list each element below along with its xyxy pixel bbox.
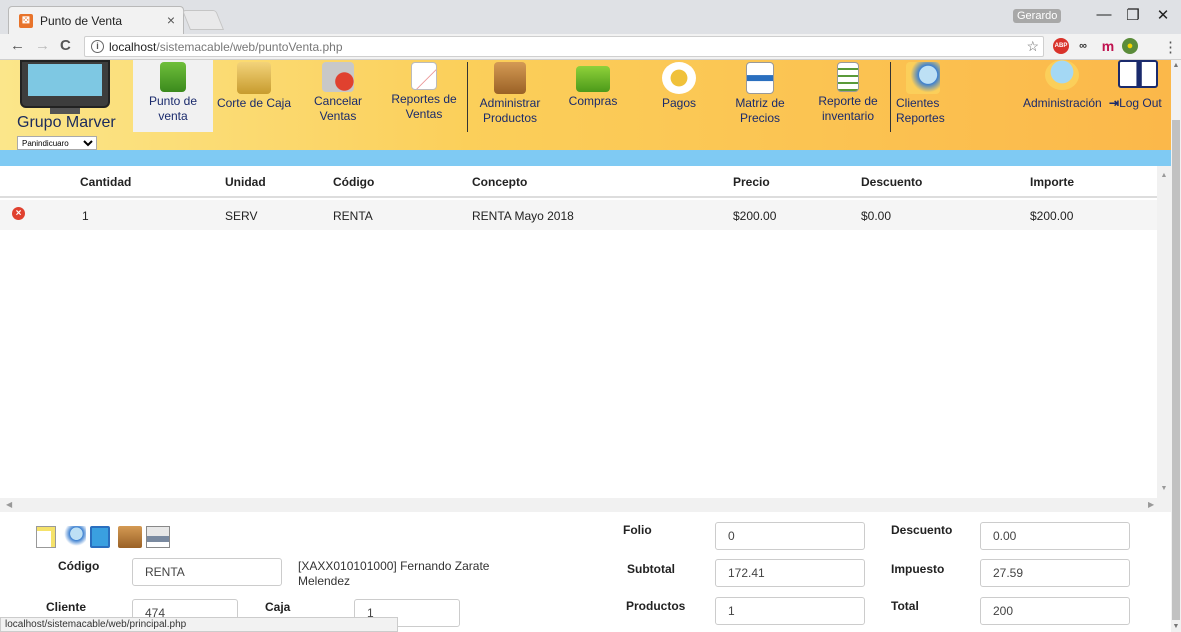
browser-menu-icon[interactable]: ⋮: [1163, 38, 1178, 56]
tab-close-icon[interactable]: ×: [167, 12, 175, 28]
brand-name: Grupo Marver: [17, 114, 116, 131]
new-document-icon[interactable]: [36, 526, 56, 548]
col-concepto: Concepto: [472, 175, 528, 189]
col-descuento: Descuento: [861, 175, 923, 189]
wallet-icon: [662, 62, 696, 94]
menu-matriz-de-precios[interactable]: Matriz de Precios: [724, 60, 796, 132]
adblock-extension-icon[interactable]: ABP: [1053, 38, 1069, 54]
logout-link[interactable]: ⇥Log Out: [1109, 96, 1162, 110]
browser-tab[interactable]: ⊠ Punto de Venta ×: [8, 6, 184, 34]
shopping-cart-icon: [160, 62, 186, 92]
codigo-label: Código: [58, 559, 100, 573]
cell-descuento: $0.00: [861, 209, 892, 223]
logout-arrow-icon: ⇥: [1109, 96, 1120, 110]
minimize-button[interactable]: —: [1089, 6, 1119, 23]
col-precio: Precio: [733, 175, 770, 189]
new-tab-button[interactable]: [181, 10, 225, 30]
table-row[interactable]: × 1 SERV RENTA RENTA Mayo 2018 $200.00 $…: [0, 200, 1157, 230]
menu-reporte-de-inventario[interactable]: Reporte de inventario: [810, 60, 886, 132]
extension-icon[interactable]: ●: [1122, 38, 1138, 54]
col-cantidad: Cantidad: [80, 175, 132, 189]
subtotal-input[interactable]: [715, 559, 865, 587]
menu-clientes-reportes[interactable]: Clientes Reportes: [892, 60, 954, 132]
menu-punto-de-venta[interactable]: Punto de venta: [133, 60, 213, 132]
client-search-icon: [906, 62, 940, 94]
menu-corte-de-caja[interactable]: Corte de Caja: [214, 60, 294, 132]
delete-row-icon[interactable]: ×: [12, 207, 25, 220]
table-header: Cantidad Unidad Código Concepto Precio D…: [0, 166, 1157, 198]
tab-title: Punto de Venta: [40, 14, 123, 28]
cell-precio: $200.00: [733, 209, 777, 223]
xampp-favicon-icon: ⊠: [19, 14, 33, 28]
caja-label: Caja: [265, 600, 291, 614]
cell-concepto: RENTA Mayo 2018: [472, 209, 574, 223]
menu-cancelar-ventas[interactable]: Cancelar Ventas: [300, 60, 376, 132]
impuesto-input[interactable]: [980, 559, 1130, 587]
url-text: localhost/sistemacable/web/puntoVenta.ph…: [109, 40, 343, 54]
header-divider-strip: [0, 150, 1171, 166]
descuento-label: Descuento: [891, 523, 953, 537]
browser-status-bar: localhost/sistemacable/web/principal.php: [0, 617, 398, 632]
maximize-button[interactable]: ❐: [1118, 6, 1148, 24]
browser-toolbar: ← → C i localhost/sistemacable/web/punto…: [0, 34, 1181, 60]
page-scrollbar[interactable]: ▲ ▼: [1171, 60, 1181, 632]
folio-label: Folio: [623, 523, 652, 537]
admin-link[interactable]: Administración: [1023, 96, 1102, 110]
profile-name[interactable]: Gerardo: [1013, 9, 1062, 23]
col-codigo: Código: [333, 175, 375, 189]
browser-tabbar: ⊠ Punto de Venta × Gerardo — ❐ ✕: [0, 0, 1181, 34]
cell-importe: $200.00: [1030, 209, 1074, 223]
cancel-cart-icon: [322, 62, 354, 92]
address-bar[interactable]: i localhost/sistemacable/web/puntoVenta.…: [84, 36, 1044, 57]
brand-block: Grupo Marver Panindicuaro: [12, 60, 128, 150]
cell-unidad: SERV: [225, 209, 258, 223]
table-scrollbar[interactable]: ▲ ▼: [1157, 166, 1171, 498]
product-box-icon: [494, 62, 526, 94]
menu-pagos[interactable]: Pagos: [646, 60, 712, 132]
glasses-extension-icon[interactable]: ∞: [1075, 38, 1091, 54]
back-button[interactable]: ←: [10, 37, 25, 54]
search-client-icon[interactable]: [62, 526, 86, 548]
menu-reportes-de-ventas[interactable]: Reportes de Ventas: [383, 60, 465, 132]
price-matrix-icon: [746, 62, 774, 94]
total-input[interactable]: [980, 597, 1130, 625]
menu-administrar-productos[interactable]: Administrar Productos: [472, 60, 548, 132]
administration-gear-icon[interactable]: [1045, 60, 1079, 90]
save-icon[interactable]: [90, 526, 110, 548]
logout-door-icon[interactable]: [1118, 60, 1158, 88]
print-icon[interactable]: [146, 526, 170, 548]
codigo-input[interactable]: [132, 558, 282, 586]
table-horizontal-scrollbar[interactable]: ◀ ▶: [0, 498, 1171, 512]
branch-select[interactable]: Panindicuaro: [17, 136, 97, 150]
cliente-label: Cliente: [46, 600, 87, 614]
col-unidad: Unidad: [225, 175, 266, 189]
page-scrollbar-thumb[interactable]: [1172, 120, 1180, 620]
inventory-checklist-icon: [837, 62, 859, 92]
product-box-tool-icon[interactable]: [118, 526, 142, 548]
col-importe: Importe: [1030, 175, 1075, 189]
cell-codigo: RENTA: [333, 209, 373, 223]
reload-button[interactable]: C: [60, 37, 71, 54]
productos-label: Productos: [626, 599, 686, 613]
forward-button[interactable]: →: [35, 37, 50, 54]
productos-input[interactable]: [715, 597, 865, 625]
client-name-text: [XAXX010101000] Fernando Zarate Melendez: [298, 559, 490, 588]
cell-cantidad: 1: [82, 209, 89, 223]
descuento-input[interactable]: [980, 522, 1130, 550]
cash-register-icon: [237, 62, 271, 94]
sales-report-icon: [411, 62, 437, 90]
bookmark-star-icon[interactable]: ☆: [1026, 38, 1039, 55]
impuesto-label: Impuesto: [891, 562, 945, 576]
menu-compras[interactable]: Compras: [558, 60, 628, 132]
sale-items-table: Cantidad Unidad Código Concepto Precio D…: [0, 166, 1157, 498]
monitor-logo-icon: [20, 60, 110, 108]
app-header: Grupo Marver Panindicuaro Punto de venta…: [0, 60, 1171, 150]
purchase-basket-icon: [576, 66, 610, 92]
folio-input[interactable]: [715, 522, 865, 550]
site-info-icon[interactable]: i: [91, 40, 104, 53]
window-close-button[interactable]: ✕: [1148, 6, 1178, 24]
total-label: Total: [891, 599, 919, 613]
m-extension-icon[interactable]: m: [1101, 38, 1115, 54]
subtotal-label: Subtotal: [627, 562, 675, 576]
